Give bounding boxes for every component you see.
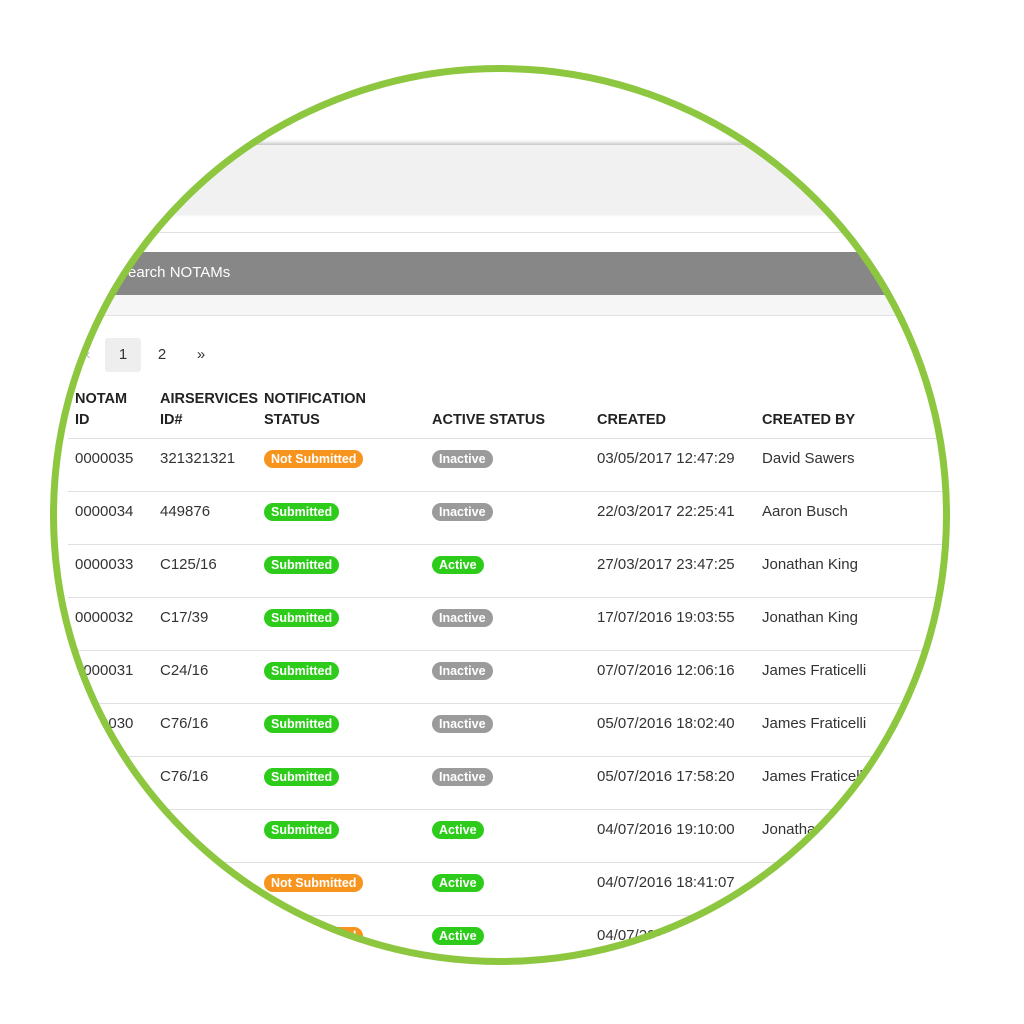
created-by: Aaron Busch xyxy=(762,503,848,520)
table-row[interactable]: 0000034 449876 Submitted Inactive 22/03/2017… xyxy=(68,492,948,545)
created-date: 22/03/2017 22:25:41 xyxy=(597,503,735,520)
notam-id: 0000033 xyxy=(75,556,134,573)
airservices-id: 449876 xyxy=(160,503,211,520)
created-by: James Fraticelli xyxy=(762,715,867,732)
notam-id: 0000030 xyxy=(75,715,134,732)
header-notification-status-line2: STATUS xyxy=(264,412,320,428)
notification-status-badge: Submitted xyxy=(264,556,340,574)
notification-status-badge: Submitted xyxy=(264,609,340,627)
table-row[interactable]: Not Submitted Active 04/07/2016 18:41:07 xyxy=(68,863,948,916)
table-row[interactable]: 0000032 C17/39 Submitted Inactive 17/07/2016… xyxy=(68,598,948,651)
header-airservices-id[interactable]: AIRSERVICES ID# xyxy=(160,389,258,431)
active-status-badge: Active xyxy=(432,556,484,574)
notam-table-body: 0000035 321321321 Not Submitted Inactive 03/… xyxy=(50,439,950,965)
created-by: Jonathan King xyxy=(762,556,858,573)
table-row[interactable]: 0000031 C24/16 Submitted Inactive 07/07/2016… xyxy=(68,651,948,704)
active-status-badge: Inactive xyxy=(432,450,493,468)
divider xyxy=(50,232,950,233)
header-airservices-id-line1: AIRSERVICES xyxy=(160,391,259,407)
table-row[interactable]: C76/16 Submitted Inactive 05/07/2016 17:58:… xyxy=(68,757,948,810)
header-notification-status[interactable]: NOTIFICATION STATUS xyxy=(264,389,366,431)
header-created[interactable]: CREATED xyxy=(597,410,666,431)
table-row[interactable]: 0000035 321321321 Not Submitted Inactive 03/… xyxy=(68,439,948,492)
notification-status-badge: Not Submitted xyxy=(264,450,364,468)
pagination-next-button[interactable]: » xyxy=(186,338,216,372)
top-bar xyxy=(50,145,950,215)
airservices-id: C24/16 xyxy=(160,662,209,679)
header-notam-id-line2: ID xyxy=(75,412,90,428)
created-by: Jonathan King xyxy=(762,821,858,838)
header-created-by[interactable]: CREATED BY xyxy=(762,410,855,431)
notam-id: 0000032 xyxy=(75,609,134,626)
search-bar-footer xyxy=(50,295,950,316)
active-status-badge: Active xyxy=(432,821,484,839)
notam-id: 0000031 xyxy=(75,662,134,679)
created-by: James Fraticelli xyxy=(762,662,867,679)
active-status-badge: Active xyxy=(432,874,484,892)
airservices-id: C76/16 xyxy=(160,768,209,785)
notification-status-badge: Not Submitted xyxy=(264,927,364,945)
header-airservices-id-line2: ID# xyxy=(160,412,183,428)
table-row[interactable]: 0000030 C76/16 Submitted Inactive 05/07/2016… xyxy=(68,704,948,757)
pagination-page-1[interactable]: 1 xyxy=(105,338,141,372)
header-active-status[interactable]: ACTIVE STATUS xyxy=(432,410,545,431)
active-status-badge: Inactive xyxy=(432,662,493,680)
airservices-id: C76/16 xyxy=(160,715,209,732)
created-date: 17/07/2016 19:03:55 xyxy=(597,609,735,626)
created-date: 05/07/2016 17:58:20 xyxy=(597,768,735,785)
header-notification-status-line1: NOTIFICATION xyxy=(264,391,367,407)
notification-status-badge: Submitted xyxy=(264,662,340,680)
magnifier-lens: Search NOTAMs ‹ 1 2 » NOTAM ID AIRSERVIC… xyxy=(50,65,950,965)
airservices-id: C125/16 xyxy=(160,556,217,573)
active-status-badge: Inactive xyxy=(432,609,493,627)
airservices-id: C17/39 xyxy=(160,609,209,626)
search-notams-label[interactable]: Search NOTAMs xyxy=(118,264,230,281)
notification-status-badge: Submitted xyxy=(264,821,340,839)
notification-status-badge: Submitted xyxy=(264,768,340,786)
table-row[interactable]: 0000033 C125/16 Submitted Active 27/03/2017 … xyxy=(68,545,948,598)
header-notam-id-line1: NOTAM xyxy=(75,391,128,407)
table-row[interactable]: Submitted Active 04/07/2016 19:10:00 Jonath… xyxy=(68,810,948,863)
created-by: Jonathan King xyxy=(762,609,858,626)
created-date: 04/07/2016 xyxy=(597,927,673,944)
table-row[interactable]: Not Submitted Active 04/07/2016 xyxy=(68,916,948,965)
active-status-badge: Inactive xyxy=(432,768,493,786)
created-date: 05/07/2016 18:02:40 xyxy=(597,715,735,732)
created-date: 27/03/2017 23:47:25 xyxy=(597,556,735,573)
notification-status-badge: Submitted xyxy=(264,503,340,521)
header-notam-id[interactable]: NOTAM ID xyxy=(75,389,127,431)
airservices-id: 321321321 xyxy=(160,450,236,467)
created-date: 04/07/2016 19:10:00 xyxy=(597,821,735,838)
notification-status-badge: Not Submitted xyxy=(264,874,364,892)
created-date: 07/07/2016 12:06:16 xyxy=(597,662,735,679)
pagination-page-2[interactable]: 2 xyxy=(146,338,178,372)
notification-status-badge: Submitted xyxy=(264,715,340,733)
notam-id: 0000035 xyxy=(75,450,134,467)
created-date: 03/05/2017 12:47:29 xyxy=(597,450,735,467)
active-status-badge: Inactive xyxy=(432,503,493,521)
active-status-badge: Active xyxy=(432,927,484,945)
pagination-prev-button[interactable]: ‹ xyxy=(78,338,98,372)
created-date: 04/07/2016 18:41:07 xyxy=(597,874,735,891)
active-status-badge: Inactive xyxy=(432,715,493,733)
notam-id: 0000034 xyxy=(75,503,134,520)
created-by: James Fraticelli xyxy=(762,768,867,785)
created-by: David Sawers xyxy=(762,450,855,467)
